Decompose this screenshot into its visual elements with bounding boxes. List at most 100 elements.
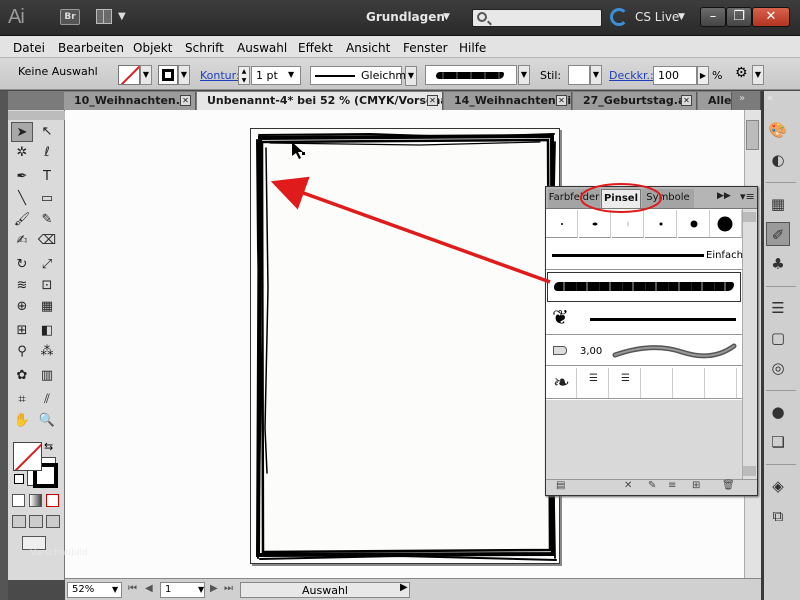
pattern-brush-4[interactable] (643, 368, 673, 398)
brushes-icon[interactable]: ✐ (766, 222, 790, 246)
first-artboard-icon[interactable]: ⏮ (128, 583, 137, 594)
tab-swatches[interactable]: Farbfelder (548, 189, 600, 208)
column-graph-tool-icon[interactable]: ▥ (36, 366, 58, 386)
toolbox-header[interactable] (8, 111, 65, 120)
panel-menu-icon[interactable]: ▾≡ (740, 190, 755, 203)
perspective-grid-tool-icon[interactable]: ▦ (36, 297, 58, 317)
color-guide-icon[interactable]: ◐ (766, 148, 790, 172)
symbol-sprayer-tool-icon[interactable]: ✿ (11, 366, 33, 386)
previous-artboard-icon[interactable]: ◀ (145, 583, 153, 594)
opacity-link[interactable]: Deckkr.: (609, 69, 654, 82)
scroll-up-icon[interactable] (743, 212, 756, 222)
transparency-icon[interactable]: ◎ (766, 356, 790, 380)
menu-ansicht[interactable]: Ansicht (346, 41, 390, 55)
pen-tool-icon[interactable]: ✒ (11, 167, 33, 187)
fill-color-swatch[interactable] (118, 65, 140, 85)
chevron-down-icon[interactable]: ▼ (590, 65, 602, 85)
workspace-switcher[interactable]: Grundlagen (366, 10, 445, 24)
menu-schrift[interactable]: Schrift (185, 41, 224, 55)
maximize-button[interactable]: ❐ (726, 7, 752, 27)
toolbox-collapse-strip[interactable] (0, 91, 8, 600)
opacity-input[interactable]: 100 (653, 66, 697, 85)
calligraphic-brush-3pt[interactable] (579, 210, 611, 238)
arrange-documents-icon[interactable] (96, 9, 112, 24)
next-artboard-icon[interactable]: ▶ (210, 583, 218, 594)
chevron-down-icon[interactable]: ▼ (178, 65, 190, 85)
chevron-down-icon[interactable]: ▼ (752, 65, 764, 85)
chevron-down-icon[interactable]: ▼ (405, 66, 417, 86)
close-button[interactable]: ✕ (752, 7, 790, 27)
chevron-down-icon[interactable]: ▼ (112, 585, 118, 594)
gradient-panel-icon[interactable]: ▢ (766, 326, 790, 350)
mesh-tool-icon[interactable]: ⊞ (11, 321, 33, 341)
default-colors-icon[interactable] (14, 474, 24, 484)
selection-tool-icon[interactable]: ➤ (11, 122, 33, 142)
puppet-warp-icon[interactable]: ⚙ (735, 65, 751, 85)
draw-behind-icon[interactable] (29, 515, 43, 528)
panel-scrollbar[interactable] (742, 209, 757, 479)
tab-14-weihnachten[interactable]: 14_Weihnachten.ai ✕ (444, 92, 572, 110)
zoom-tool-icon[interactable]: 🔍 (36, 411, 58, 431)
none-mode-icon[interactable] (46, 494, 59, 507)
stroke-weight-stepper[interactable]: ▲ ▼ (238, 66, 250, 85)
calligraphic-brush-5pt[interactable] (645, 210, 677, 238)
layers-icon[interactable]: ◈ (766, 474, 790, 498)
cs-live-icon[interactable] (610, 8, 628, 26)
menu-objekt[interactable]: Objekt (133, 41, 172, 55)
tab-alle[interactable]: Alle (698, 92, 732, 110)
tab-brushes[interactable]: Pinsel (601, 189, 641, 208)
stroke-color-swatch[interactable] (158, 65, 178, 85)
tab-unbenannt-4[interactable]: Unbenannt-4* bei 52 % (CMYK/Vorschau) ✕ (197, 92, 443, 110)
appearance-icon[interactable]: ● (766, 400, 790, 424)
swatches-icon[interactable]: ▦ (766, 192, 790, 216)
magic-wand-tool-icon[interactable]: ✲ (11, 143, 33, 163)
pattern-brush-3[interactable]: ☰ (611, 368, 641, 398)
pencil-tool-icon[interactable]: ✎ (36, 210, 58, 230)
line-segment-tool-icon[interactable]: ╲ (11, 189, 33, 209)
chevron-down-icon[interactable]: ▼ (118, 11, 126, 22)
free-transform-tool-icon[interactable]: ⊡ (36, 276, 58, 296)
tab-symbols[interactable]: Symbole (642, 189, 694, 208)
chevron-down-icon[interactable]: ▼ (288, 70, 294, 79)
calligraphic-brush-1pt[interactable] (546, 210, 578, 238)
menu-datei[interactable]: Datei (13, 41, 45, 55)
brush-options-icon[interactable]: ✎ (648, 480, 656, 491)
scale-tool-icon[interactable]: ⤢ (36, 255, 58, 275)
graphic-styles-icon[interactable]: ❏ (766, 430, 790, 454)
close-icon[interactable]: ✕ (427, 95, 438, 106)
brush-definition[interactable] (425, 65, 517, 85)
chevron-down-icon[interactable]: ▼ (140, 65, 152, 85)
cs-live-button[interactable]: CS Live (635, 10, 679, 24)
hand-tool-icon[interactable]: ✋ (11, 411, 33, 431)
last-artboard-icon[interactable]: ⏭ (224, 583, 233, 594)
gradient-tool-icon[interactable]: ◧ (36, 321, 58, 341)
tab-27-geburtstag[interactable]: 27_Geburtstag.ai ✕ (573, 92, 697, 110)
rotate-tool-icon[interactable]: ↻ (11, 255, 33, 275)
ornament-pattern-brush[interactable]: ❧ (547, 368, 577, 398)
warp-tool-icon[interactable]: ≋ (11, 276, 33, 296)
charcoal-frame[interactable] (250, 128, 560, 564)
minimize-button[interactable]: – (700, 7, 726, 27)
blend-tool-icon[interactable]: ⁂ (36, 342, 58, 362)
close-icon[interactable]: ✕ (556, 95, 567, 106)
menu-fenster[interactable]: Fenster (403, 41, 448, 55)
tab-10-weihnachten[interactable]: 10_Weihnachten.ai ✕ (64, 92, 196, 110)
options-of-selection-icon[interactable]: ≡ (668, 480, 676, 491)
stroke-panel-icon[interactable]: ☰ (766, 296, 790, 320)
paintbrush-tool-icon[interactable]: 🖌 (11, 210, 33, 230)
vertical-scroll-thumb[interactable] (746, 120, 759, 150)
eyedropper-tool-icon[interactable]: ⚲ (11, 342, 33, 362)
brush-library-icon[interactable]: ▤ (556, 480, 565, 491)
chevron-down-icon[interactable]: ▼ (443, 12, 450, 22)
eraser-tool-icon[interactable]: ⌫ (36, 231, 58, 251)
double-chevron-left-icon[interactable]: « (767, 93, 773, 104)
chevron-right-icon[interactable]: ▶ (697, 66, 709, 85)
search-input[interactable] (472, 9, 602, 27)
menu-auswahl[interactable]: Auswahl (237, 41, 287, 55)
chevron-down-icon[interactable]: ▼ (518, 65, 530, 85)
remove-stroke-icon[interactable]: ✕ (624, 480, 632, 491)
calligraphic-brush-10pt[interactable] (709, 210, 742, 238)
lasso-tool-icon[interactable]: ℓ (36, 143, 58, 163)
shape-builder-tool-icon[interactable]: ⊕ (11, 297, 33, 317)
symbols-icon[interactable]: ♣ (766, 252, 790, 276)
